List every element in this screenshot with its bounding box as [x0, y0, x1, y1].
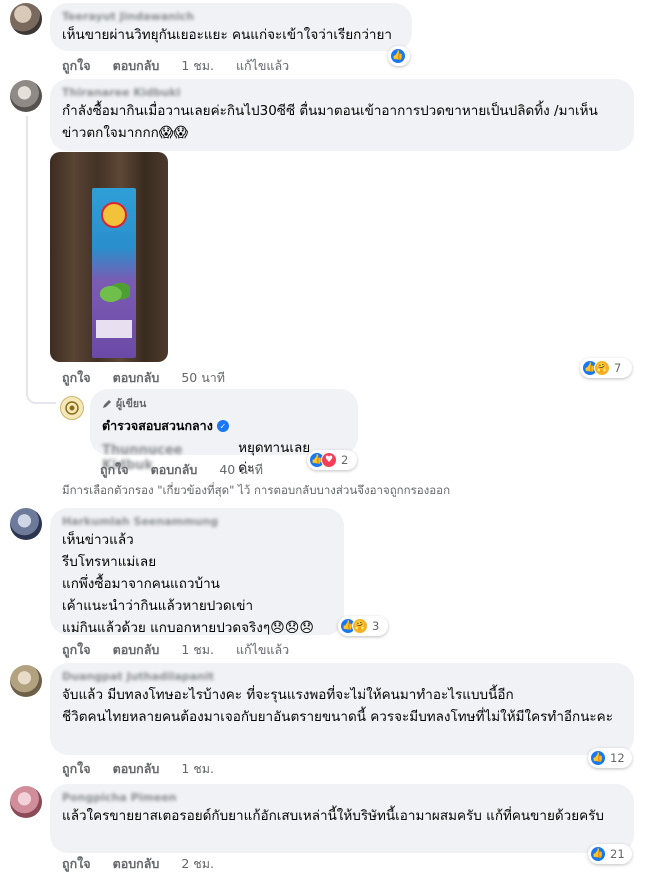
comment-emojis: 😱😱 [158, 125, 189, 141]
reply-author[interactable]: ตำรวจสอบสวนกลาง ✓ [102, 416, 346, 436]
author-tag: ผู้เขียน [102, 395, 346, 412]
avatar[interactable] [10, 665, 42, 697]
reply-link[interactable]: ตอบกลับ [113, 368, 160, 388]
author-tag-label: ผู้เขียน [116, 398, 147, 410]
like-link[interactable]: ถูกใจ [62, 368, 91, 388]
comment-bubble: Pongpicha Pimeen แล้วใครขายยาสเตอรอยด์กั… [50, 784, 634, 853]
comment-time[interactable]: 1 ชม. [181, 56, 214, 76]
comment-text: เห็นขายผ่านวิทยุกันเยอะแยะ คนแก่จะเข้าใจ… [62, 27, 392, 43]
care-reaction-icon: 🤗 [594, 360, 610, 376]
reply-link[interactable]: ตอบกลับ [113, 640, 160, 660]
comment-text: จับแล้ว มีบทลงโทษอะไรบ้างคะ ที่จะรุนแรงพ… [62, 687, 613, 725]
comment-time[interactable]: 1 ชม. [181, 759, 214, 779]
reaction-summary[interactable]: 👍 ♥ 2 [307, 450, 357, 470]
comment-body: เห็นข่าวแล้ว รีบโทรหาแม่เลย แกพึ่งซื้อมา… [62, 532, 271, 636]
comment-bubble: Duangpat Juthadilapanit จับแล้ว มีบทลงโท… [50, 663, 634, 755]
pencil-icon [103, 399, 111, 408]
thread-line [26, 116, 28, 396]
avatar[interactable] [10, 3, 42, 35]
like-link[interactable]: ถูกใจ [62, 640, 91, 660]
comment-bubble: Teerayut Jindawanich เห็นขายผ่านวิทยุกัน… [50, 3, 412, 51]
reaction-summary[interactable]: 👍 21 [588, 844, 632, 864]
avatar[interactable] [10, 786, 42, 818]
comment-bubble: Thiranaree Kidbuki กำลังซื้อมากินเมื่อวา… [50, 79, 634, 151]
comment-author[interactable]: Teerayut Jindawanich [62, 10, 400, 24]
heart-reaction-icon: ♥ [321, 452, 337, 468]
reply-link[interactable]: ตอบกลับ [113, 854, 160, 874]
reaction-summary[interactable]: 👍 12 [588, 748, 632, 768]
thread-connector [26, 380, 56, 404]
comment-actions: ถูกใจ ตอบกลับ 1 ชม. [62, 759, 214, 779]
avatar[interactable] [10, 508, 42, 540]
comment-author[interactable]: Harkumlah Seenammung [62, 515, 332, 529]
reply-link[interactable]: ตอบกลับ [113, 759, 160, 779]
care-reaction-icon: 🤗 [352, 618, 368, 634]
comment-time[interactable]: 40 นาที [219, 460, 263, 480]
comment-actions: ถูกใจ ตอบกลับ 50 นาที [62, 368, 225, 388]
badge-icon [65, 401, 79, 415]
reply-actions: ถูกใจ ตอบกลับ 40 นาที [100, 460, 263, 480]
reaction-count: 12 [610, 751, 625, 765]
comment-photo[interactable] [50, 152, 168, 362]
comment-text: แล้วใครขายยาสเตอรอยด์กับยาแก้อักเสบเหล่า… [62, 808, 604, 824]
like-link[interactable]: ถูกใจ [62, 759, 91, 779]
like-reaction-icon: 👍 [590, 846, 606, 862]
reply-link[interactable]: ตอบกลับ [151, 460, 198, 480]
comment-time[interactable]: 50 นาที [181, 368, 225, 388]
comment-actions: ถูกใจ ตอบกลับ 1 ชม. แก้ไขแล้ว [62, 640, 289, 660]
product-label [96, 320, 132, 338]
reply-author-name[interactable]: ตำรวจสอบสวนกลาง [102, 416, 213, 436]
verified-icon: ✓ [216, 420, 229, 432]
comment-time[interactable]: 1 ชม. [181, 640, 214, 660]
like-link[interactable]: ถูกใจ [100, 460, 129, 480]
police-avatar[interactable] [60, 396, 84, 420]
comment-actions: ถูกใจ ตอบกลับ 2 ชม. [62, 854, 214, 874]
product-box-image [92, 188, 136, 358]
reply-link[interactable]: ตอบกลับ [113, 56, 160, 76]
reaction-summary[interactable]: 👍 [388, 46, 410, 66]
reply-bubble: ผู้เขียน ตำรวจสอบสวนกลาง ✓ Thunnucee Kid… [90, 389, 358, 476]
comment-author[interactable]: Duangpat Juthadilapanit [62, 670, 622, 684]
reaction-count: 3 [372, 619, 380, 633]
comment-actions: ถูกใจ ตอบกลับ 1 ชม. แก้ไขแล้ว [62, 56, 289, 76]
comment-author[interactable]: Thiranaree Kidbuki [62, 86, 622, 100]
like-link[interactable]: ถูกใจ [62, 56, 91, 76]
comment-text: เห็นข่าวแล้ว รีบโทรหาแม่เลย แกพึ่งซื้อมา… [62, 529, 332, 639]
comment-body: กำลังซื้อมากินเมื่อวานเลยค่ะกินไป30ซีซี … [62, 103, 598, 141]
reaction-summary[interactable]: 👍 🤗 3 [338, 616, 388, 636]
comment-author[interactable]: Pongpicha Pimeen [62, 791, 622, 805]
edited-label: แก้ไขแล้ว [235, 642, 290, 657]
reaction-count: 2 [341, 453, 349, 467]
like-reaction-icon: 👍 [590, 750, 606, 766]
product-logo [101, 202, 127, 228]
reaction-summary[interactable]: 👍 🤗 7 [580, 358, 632, 378]
like-reaction-icon: 👍 [390, 48, 406, 64]
comment-time[interactable]: 2 ชม. [181, 854, 214, 874]
comment-text: กำลังซื้อมากินเมื่อวานเลยค่ะกินไป30ซีซี … [62, 100, 622, 144]
reaction-count: 21 [610, 847, 625, 861]
filter-note: มีการเลือกตัวกรอง "เกี่ยวข้องที่สุด" ไว้… [62, 483, 451, 497]
like-link[interactable]: ถูกใจ [62, 854, 91, 874]
avatar[interactable] [10, 80, 42, 112]
edited-label: แก้ไขแล้ว [235, 58, 290, 73]
comment-bubble: Harkumlah Seenammung เห็นข่าวแล้ว รีบโทร… [50, 508, 344, 636]
reaction-count: 7 [614, 361, 622, 375]
herb-leaf-image [98, 280, 130, 308]
comment-emojis: 😞😞😞 [270, 620, 314, 636]
